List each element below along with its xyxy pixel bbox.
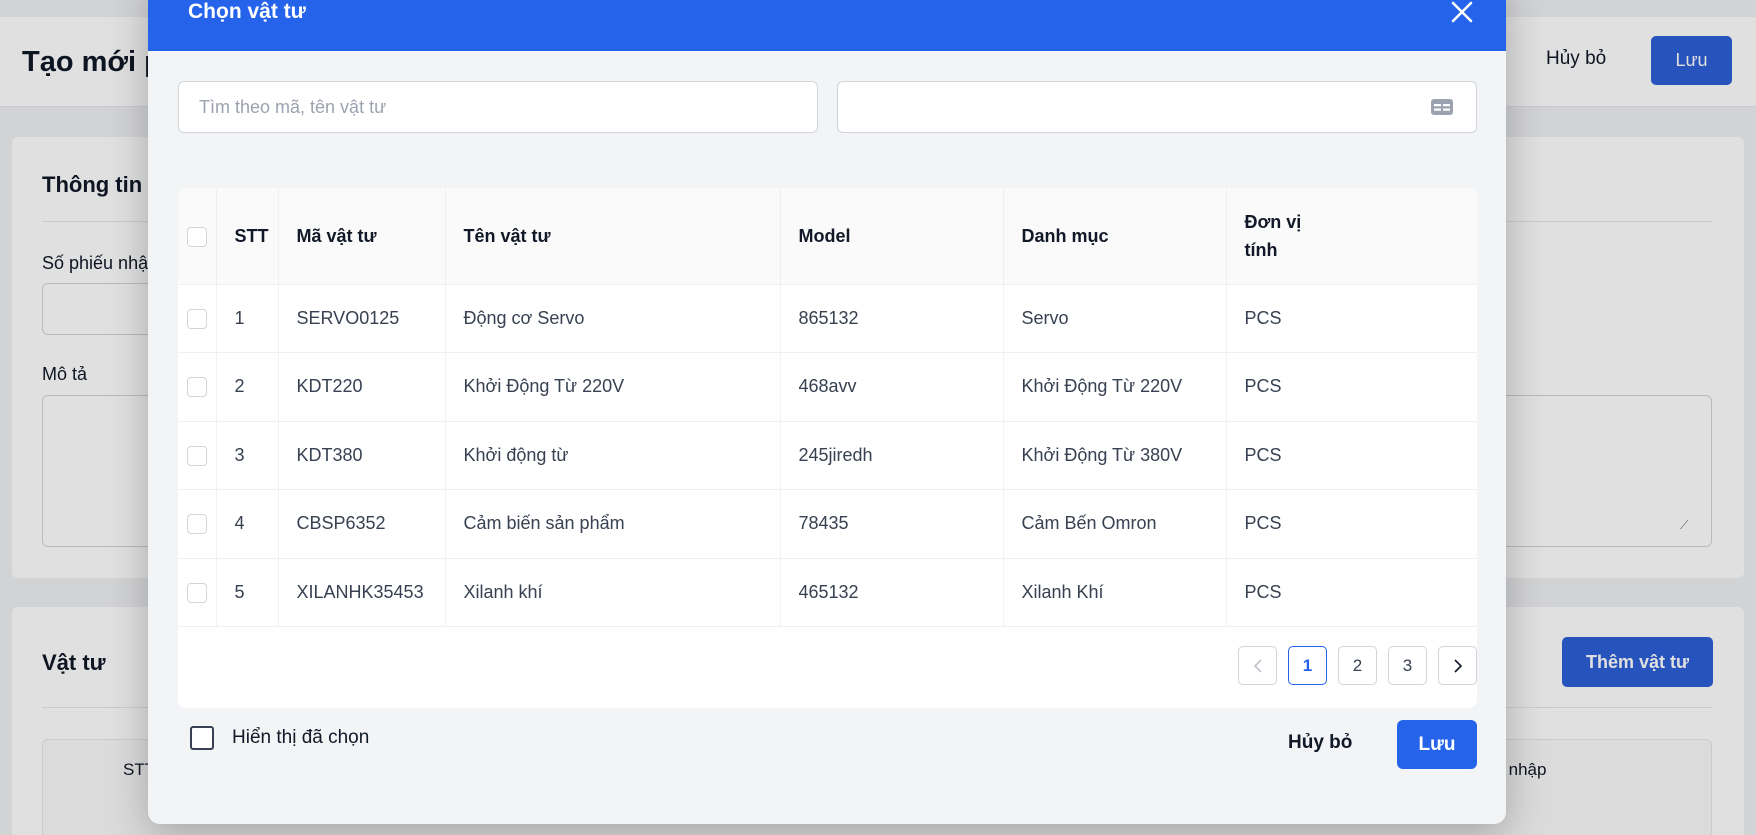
row-checkbox[interactable] — [187, 514, 207, 535]
cancel-button[interactable]: Hủy bỏ — [1288, 732, 1352, 754]
column-header: Tên vật tư — [445, 188, 781, 285]
cell-category: Xilanh Khí — [1003, 558, 1227, 627]
cell-name: Động cơ Servo — [445, 284, 781, 353]
cell-code: KDT220 — [278, 352, 446, 422]
cell-unit: PCS — [1226, 558, 1477, 627]
cell-model: 78435 — [780, 489, 1004, 559]
cell-unit: PCS — [1226, 352, 1477, 422]
row-checkbox[interactable] — [187, 445, 207, 466]
cell-name: Cảm biến sản phẩm — [445, 489, 781, 559]
page-button-1[interactable]: 1 — [1288, 646, 1327, 685]
card-icon — [1430, 97, 1454, 117]
cell-category: Khởi Động Từ 220V — [1003, 352, 1227, 422]
table-row[interactable]: 5 XILANHK35453 Xilanh khí 465132 Xilanh Khí P… — [178, 558, 1477, 627]
cell-stt: 2 — [216, 352, 279, 422]
column-header: Model — [780, 188, 1004, 285]
page-button-3[interactable]: 3 — [1388, 646, 1427, 685]
cell-category: Servo — [1003, 284, 1227, 353]
cell-category: Khởi Động Từ 380V — [1003, 421, 1227, 490]
show-selected-checkbox[interactable] — [190, 726, 214, 750]
cell-model: 865132 — [780, 284, 1004, 353]
table-row[interactable]: 2 KDT220 Khởi Động Từ 220V 468avv Khởi Động … — [178, 352, 1477, 422]
table-row[interactable]: 1 SERVO0125 Động cơ Servo 865132 Servo PCS — [178, 284, 1477, 353]
table-row[interactable]: 3 KDT380 Khởi động từ 245jiredh Khởi Động Từ… — [178, 421, 1477, 490]
cell-name: Khởi động từ — [445, 421, 781, 490]
cell-model: 245jiredh — [780, 421, 1004, 490]
cell-unit: PCS — [1226, 284, 1477, 353]
cell-unit: PCS — [1226, 489, 1477, 559]
table-row[interactable]: 4 CBSP6352 Cảm biến sản phẩm 78435 Cảm Bến O… — [178, 489, 1477, 559]
materials-select-table: STT Mã vật tư Tên vật tư Model Danh mục … — [178, 188, 1477, 708]
column-header: Mã vật tư — [278, 188, 446, 285]
row-checkbox[interactable] — [187, 582, 207, 603]
column-header: Đơn vị tính — [1226, 188, 1477, 285]
cell-unit: PCS — [1226, 421, 1477, 490]
cell-code: KDT380 — [278, 421, 446, 490]
modal-title: Chọn vật tư — [188, 0, 306, 23]
cell-code: XILANHK35453 — [278, 558, 446, 627]
cell-name: Xilanh khí — [445, 558, 781, 627]
search-input[interactable] — [178, 81, 818, 133]
select-material-modal: Chọn vật tư STT Mã vật tư Tên vật tư Mod… — [148, 0, 1506, 824]
category-select[interactable] — [837, 81, 1477, 133]
cell-code: SERVO0125 — [278, 284, 446, 353]
cell-code: CBSP6352 — [278, 489, 446, 559]
show-selected-label: Hiển thị đã chọn — [232, 727, 370, 748]
cell-model: 468avv — [780, 352, 1004, 422]
cell-stt: 3 — [216, 421, 279, 490]
save-button[interactable]: Lưu — [1397, 720, 1477, 769]
prev-page-button[interactable] — [1238, 646, 1277, 685]
cell-category: Cảm Bến Omron — [1003, 489, 1227, 559]
modal-header: Chọn vật tư — [148, 0, 1506, 51]
cell-stt: 5 — [216, 558, 279, 627]
cell-name: Khởi Động Từ 220V — [445, 352, 781, 422]
row-checkbox[interactable] — [187, 377, 207, 398]
row-checkbox[interactable] — [187, 308, 207, 329]
close-icon[interactable] — [1448, 0, 1476, 26]
column-header: Danh mục — [1003, 188, 1227, 285]
table-header-row: STT Mã vật tư Tên vật tư Model Danh mục … — [178, 188, 1477, 285]
select-all-checkbox[interactable] — [187, 227, 207, 247]
next-page-button[interactable] — [1438, 646, 1477, 685]
cell-stt: 1 — [216, 284, 279, 353]
cell-stt: 4 — [216, 489, 279, 559]
page-button-2[interactable]: 2 — [1338, 646, 1377, 685]
show-selected-toggle[interactable]: Hiển thị đã chọn — [190, 726, 369, 750]
pagination: 1 2 3 — [1238, 646, 1477, 685]
column-header: STT — [216, 188, 279, 285]
cell-model: 465132 — [780, 558, 1004, 627]
